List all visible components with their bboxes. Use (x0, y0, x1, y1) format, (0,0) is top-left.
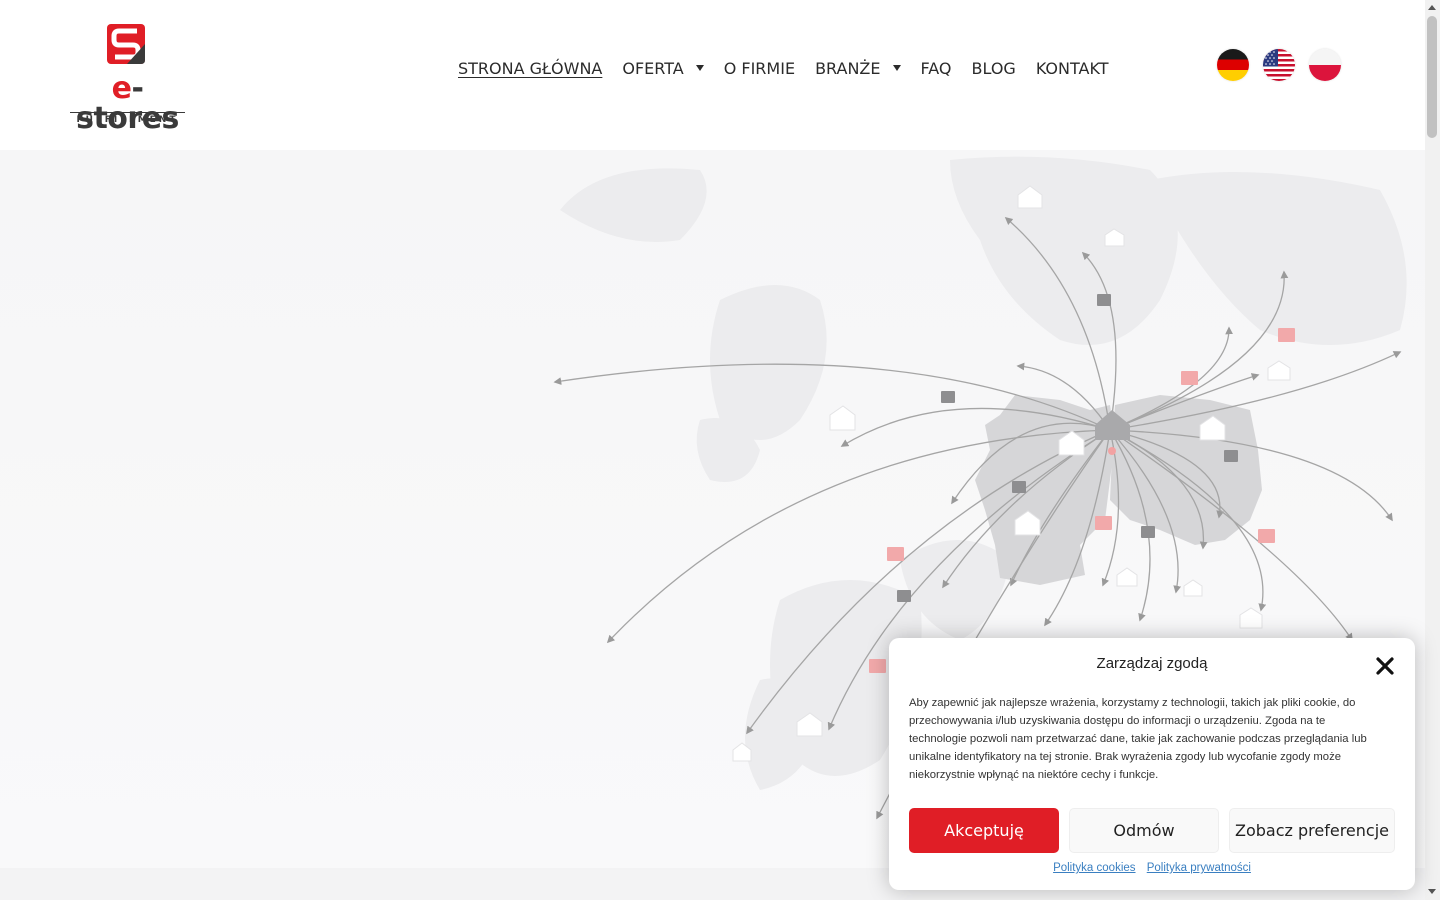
consent-body: Aby zapewnić jak najlepsze wrażenia, kor… (909, 697, 1367, 781)
nav-item-kontakt[interactable]: KONTAKT (1036, 59, 1109, 78)
consent-title: Zarządzaj zgodą (1096, 655, 1208, 672)
nav-item-branze[interactable]: BRANŻE (815, 59, 901, 78)
cookie-consent-dialog: Zarządzaj zgodą Aby zapewnić jak najleps… (889, 638, 1415, 890)
nav-item-oferta[interactable]: OFERTA (622, 59, 704, 78)
cookie-policy-link[interactable]: Polityka cookies (1053, 862, 1135, 874)
logo-wordmark: e-stores (76, 71, 179, 136)
nav-item-o-firmie[interactable]: O FIRMIE (724, 59, 795, 78)
germany-flag-icon[interactable] (1217, 49, 1249, 81)
language-switcher (1217, 49, 1355, 81)
page: e-stores FULFILLMENT STRONA GŁÓWNA OFERT… (0, 0, 1440, 900)
deny-button[interactable]: Odmów (1069, 808, 1219, 853)
policy-links: Polityka cookies Polityka prywatności (889, 862, 1415, 874)
nav-item-faq[interactable]: FAQ (921, 59, 952, 78)
view-preferences-button[interactable]: Zobacz preferencje (1229, 808, 1395, 853)
site-header: e-stores FULFILLMENT STRONA GŁÓWNA OFERT… (0, 0, 1425, 150)
poland-flag-icon[interactable] (1309, 49, 1341, 81)
main-nav: STRONA GŁÓWNA OFERTA O FIRMIE BRANŻE FAQ… (458, 56, 1129, 80)
page-scrollbar[interactable] (1425, 0, 1440, 900)
scroll-down-arrow-icon[interactable] (1428, 889, 1436, 894)
accept-button[interactable]: Akceptuję (909, 808, 1059, 853)
logo-subtitle: FULFILLMENT (70, 112, 185, 125)
scroll-up-arrow-icon[interactable] (1428, 5, 1436, 10)
logo-mark-icon (107, 24, 145, 64)
nav-item-blog[interactable]: BLOG (972, 59, 1016, 78)
caret-down-icon (695, 65, 704, 71)
close-icon[interactable] (1373, 654, 1397, 678)
scrollbar-thumb[interactable] (1427, 16, 1437, 138)
privacy-policy-link[interactable]: Polityka prywatności (1147, 862, 1251, 874)
usa-flag-icon[interactable] (1263, 49, 1295, 81)
logo[interactable]: e-stores FULFILLMENT (70, 24, 185, 134)
caret-down-icon (892, 65, 901, 71)
nav-item-home[interactable]: STRONA GŁÓWNA (458, 59, 602, 78)
